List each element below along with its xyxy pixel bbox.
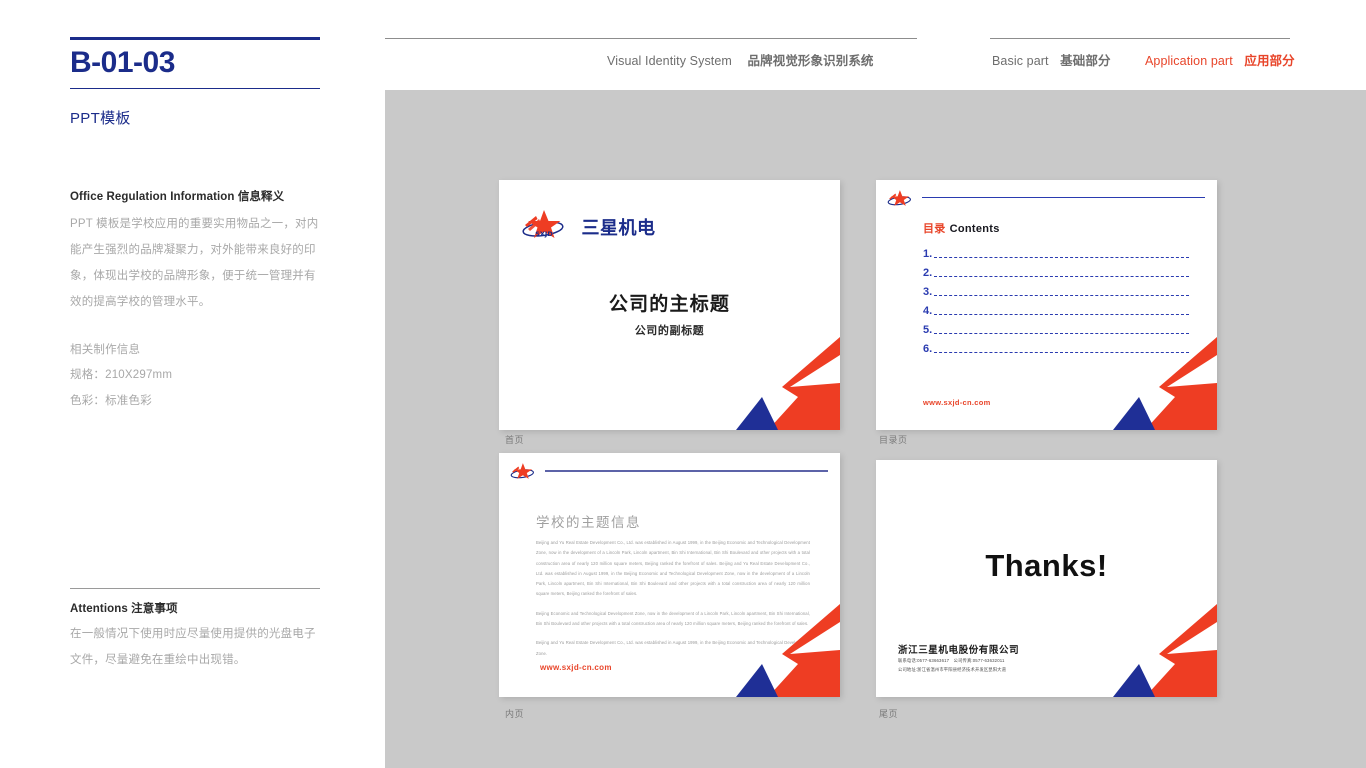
info-body: PPT 模板是学校应用的重要实用物品之一，对内能产生强烈的品牌凝聚力，对外能带来… xyxy=(70,218,319,308)
attentions-heading-en: Attentions xyxy=(70,603,128,615)
code-block: B-01-03 PPT模板 xyxy=(70,37,320,128)
slide-contents[interactable]: 目录 Contents 1. 2. 3. 4. 5. 6. www.sxjd-cn… xyxy=(876,180,1217,430)
list-item-dashes xyxy=(934,333,1189,334)
header-rule-right xyxy=(990,38,1290,39)
header-vis-cn: 品牌视觉形象识别系统 xyxy=(747,54,874,68)
list-item-dashes xyxy=(934,257,1189,258)
list-item[interactable]: 6. xyxy=(923,339,1189,355)
list-item[interactable]: 1. xyxy=(923,244,1189,260)
list-item-dashes xyxy=(934,276,1189,277)
list-item-dashes xyxy=(934,352,1189,353)
slide-caption-cover: 首页 xyxy=(505,435,525,445)
sxjd-star-icon-small xyxy=(887,188,915,213)
contents-list: 1. 2. 3. 4. 5. 6. xyxy=(923,244,1189,358)
contents-heading: 目录 Contents xyxy=(923,220,1000,236)
slide-thanks[interactable]: Thanks! 浙江三星机电股份有限公司 联系电话:0577-63663617 … xyxy=(876,460,1217,697)
attentions-heading-cn: 注意事项 xyxy=(131,603,178,615)
header-app-en: Application part xyxy=(1145,54,1233,68)
info-heading-en: Office Regulation Information xyxy=(70,191,235,203)
list-item-number: 6. xyxy=(923,343,933,355)
header-application-part[interactable]: Application part 应用部分 xyxy=(1145,50,1295,69)
inner-body: Beijing and Yu Real Estate Development C… xyxy=(536,538,810,659)
contents-heading-en: Contents xyxy=(949,223,1000,235)
list-item-dashes xyxy=(934,295,1189,296)
inner-paragraph-2: Beijing Economic and Technological Devel… xyxy=(536,610,810,627)
sidebar: B-01-03 PPT模板 Office Regulation Informat… xyxy=(70,0,320,768)
slide-sub-title: 公司的副标题 xyxy=(634,325,705,337)
logo-wordmark: 三星机电 xyxy=(581,217,656,239)
attentions-body: 在一般情况下使用时应尽量使用提供的光盘电子文件，尽量避免在重绘中出现错。 xyxy=(70,628,316,666)
info-heading-cn: 信息释义 xyxy=(237,191,285,203)
slide-caption-contents: 目录页 xyxy=(879,435,908,445)
header-row: Visual Identity System 品牌视觉形象识别系统 Basic … xyxy=(385,48,1310,70)
header-basic-part[interactable]: Basic part 基础部分 xyxy=(992,50,1111,69)
inner-top-rule xyxy=(545,470,828,472)
contents-website-url[interactable]: www.sxjd-cn.com xyxy=(923,398,991,407)
code-bottom-rule xyxy=(70,87,320,89)
attentions-heading: Attentions 注意事项 xyxy=(70,600,320,616)
page-code: B-01-03 xyxy=(70,46,175,79)
company-address: 公司地址:浙江省温州市平阳县经济技术开发区昆阳大道 xyxy=(898,666,1007,672)
header-rule-left xyxy=(385,38,917,39)
inner-slide-title: 学校的主题信息 xyxy=(536,515,641,530)
spec-block: 相关制作信息 规格：210X297mm 色彩：标准色彩 xyxy=(70,338,320,416)
info-section: Office Regulation Information 信息释义 PPT 模… xyxy=(70,188,320,415)
page-title: PPT模板 xyxy=(70,109,131,127)
info-heading: Office Regulation Information 信息释义 xyxy=(70,188,320,204)
slide-inner[interactable]: 学校的主题信息 Beijing and Yu Real Estate Devel… xyxy=(499,453,840,697)
contents-top-rule xyxy=(922,197,1205,199)
slide-caption-inner: 内页 xyxy=(505,709,525,719)
spec-color: 色彩：标准色彩 xyxy=(70,395,152,408)
list-item[interactable]: 4. xyxy=(923,301,1189,317)
header-app-cn: 应用部分 xyxy=(1244,54,1295,68)
slide-main-title: 公司的主标题 xyxy=(608,294,731,315)
company-contact: 联系电话:0577-63663617 公司传真:0577-63632011 xyxy=(898,658,1005,663)
svg-text:SXJD: SXJD xyxy=(535,230,553,238)
spec-heading: 相关制作信息 xyxy=(70,343,141,356)
inner-website-url[interactable]: www.sxjd-cn.com xyxy=(540,663,612,672)
company-info: 浙江三星机电股份有限公司 联系电话:0577-63663617 公司传真:057… xyxy=(898,642,1019,674)
inner-paragraph-1: Beijing and Yu Real Estate Development C… xyxy=(536,540,810,597)
list-item-number: 1. xyxy=(923,248,933,260)
inner-paragraph-3: Beijing and Yu Real Estate Development C… xyxy=(536,640,810,656)
spec-size: 规格：210X297mm xyxy=(70,369,173,382)
vi-manual-page: B-01-03 PPT模板 Office Regulation Informat… xyxy=(0,0,1366,768)
list-item-number: 5. xyxy=(923,324,933,336)
attentions-rule xyxy=(70,588,320,589)
sxjd-star-icon: SXJD xyxy=(521,208,571,245)
header-vis-en: Visual Identity System xyxy=(607,54,732,68)
list-item-number: 2. xyxy=(923,267,933,279)
header-basic-en: Basic part xyxy=(992,54,1049,68)
list-item[interactable]: 3. xyxy=(923,282,1189,298)
company-logo: SXJD 三星机电 xyxy=(521,208,655,245)
list-item[interactable]: 5. xyxy=(923,320,1189,336)
corner-decoration xyxy=(736,337,840,430)
thanks-text: Thanks! xyxy=(985,548,1108,583)
header-basic-cn: 基础部分 xyxy=(1060,54,1111,68)
list-item[interactable]: 2. xyxy=(923,263,1189,279)
list-item-number: 3. xyxy=(923,286,933,298)
attentions-section: Attentions 注意事项 在一般情况下使用时应尽量使用提供的光盘电子文件，… xyxy=(70,588,320,674)
slide-cover[interactable]: SXJD 三星机电 公司的主标题 公司的副标题 xyxy=(499,180,840,430)
company-name: 浙江三星机电股份有限公司 xyxy=(898,645,1020,656)
list-item-number: 4. xyxy=(923,305,933,317)
sxjd-star-icon-small xyxy=(510,461,538,486)
header-rules xyxy=(385,38,1290,39)
header-vis-label: Visual Identity System 品牌视觉形象识别系统 xyxy=(607,50,874,69)
slide-caption-thanks: 尾页 xyxy=(879,709,899,719)
list-item-dashes xyxy=(934,314,1189,315)
corner-decoration xyxy=(1113,604,1217,697)
contents-heading-cn: 目录 xyxy=(923,223,946,235)
